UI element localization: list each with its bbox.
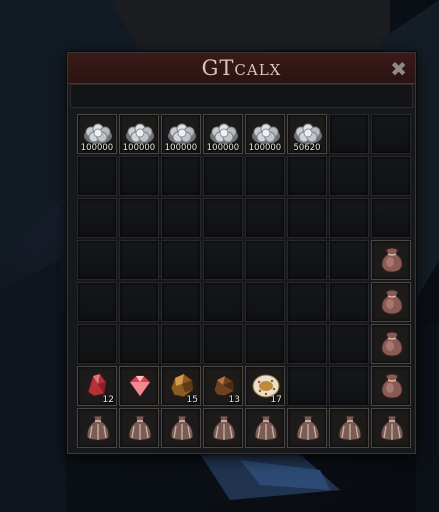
inventory-slot-silver-coins[interactable]: 100000 <box>119 114 159 154</box>
inventory-slot-empty[interactable] <box>119 198 159 238</box>
title-bar[interactable]: GTcalx ✖ <box>68 53 415 84</box>
inventory-slot-drawstring-bag[interactable] <box>287 408 327 448</box>
item-quantity: 12 <box>102 395 114 405</box>
inventory-slot-copper-ore[interactable]: 13 <box>203 366 243 406</box>
inventory-slot-empty[interactable] <box>161 198 201 238</box>
inventory-grid: 100000 100000 100000 100000 100000 50620 12 15 1… <box>77 114 411 448</box>
inventory-slot-empty[interactable] <box>119 156 159 196</box>
inventory-slot-empty[interactable] <box>77 198 117 238</box>
item-quantity: 50620 <box>293 143 321 153</box>
inventory-slot-silver-coins[interactable]: 100000 <box>203 114 243 154</box>
inventory-slot-silver-coins[interactable]: 50620 <box>287 114 327 154</box>
inventory-slot-red-crystal[interactable]: 12 <box>77 366 117 406</box>
inventory-slot-empty[interactable] <box>245 156 285 196</box>
item-quantity: 100000 <box>80 143 114 153</box>
inventory-slot-drawstring-bag[interactable] <box>371 408 411 448</box>
item-quantity: 17 <box>270 395 282 405</box>
inventory-slot-empty[interactable] <box>119 240 159 280</box>
inventory-slot-ruby-gem[interactable] <box>119 366 159 406</box>
window-title: GTcalx <box>201 56 282 80</box>
inventory-slot-empty[interactable] <box>329 240 369 280</box>
inventory-slot-drawstring-bag[interactable] <box>329 408 369 448</box>
inventory-slot-empty[interactable] <box>329 282 369 322</box>
inventory-slot-empty[interactable] <box>161 324 201 364</box>
inventory-slot-amber-ore[interactable]: 15 <box>161 366 201 406</box>
inventory-slot-empty[interactable] <box>203 282 243 322</box>
inventory-slot-empty[interactable] <box>329 114 369 154</box>
inventory-slot-silver-coins[interactable]: 100000 <box>161 114 201 154</box>
inventory-slot-drawstring-bag[interactable] <box>203 408 243 448</box>
inventory-slot-empty[interactable] <box>329 198 369 238</box>
inventory-slot-empty[interactable] <box>245 240 285 280</box>
inventory-slot-empty[interactable] <box>161 282 201 322</box>
inventory-slot-pouch[interactable] <box>371 324 411 364</box>
item-quantity: 100000 <box>206 143 240 153</box>
inventory-slot-empty[interactable] <box>119 324 159 364</box>
inventory-slot-empty[interactable] <box>245 324 285 364</box>
inventory-slot-empty[interactable] <box>371 114 411 154</box>
item-quantity: 100000 <box>248 143 282 153</box>
inventory-slot-empty[interactable] <box>203 156 243 196</box>
inventory-slot-drawstring-bag[interactable] <box>245 408 285 448</box>
inventory-slot-empty[interactable] <box>203 324 243 364</box>
inventory-slot-empty[interactable] <box>371 198 411 238</box>
inventory-slot-empty[interactable] <box>245 198 285 238</box>
inventory-slot-drawstring-bag[interactable] <box>161 408 201 448</box>
inventory-slot-empty[interactable] <box>203 198 243 238</box>
inventory-slot-empty[interactable] <box>287 198 327 238</box>
inventory-slot-empty[interactable] <box>77 282 117 322</box>
inventory-slot-empty[interactable] <box>77 324 117 364</box>
inventory-slot-empty[interactable] <box>371 156 411 196</box>
item-quantity: 100000 <box>122 143 156 153</box>
inventory-slot-drawstring-bag[interactable] <box>119 408 159 448</box>
close-icon[interactable]: ✖ <box>390 57 407 81</box>
inventory-slot-empty[interactable] <box>77 240 117 280</box>
inventory-slot-empty[interactable] <box>203 240 243 280</box>
inventory-slot-silver-coins[interactable]: 100000 <box>245 114 285 154</box>
inventory-window[interactable]: GTcalx ✖ 100000 100000 100000 100000 100000 5… <box>67 52 416 454</box>
inventory-slot-drawstring-bag[interactable] <box>77 408 117 448</box>
inventory-slot-pouch[interactable] <box>371 240 411 280</box>
inventory-slot-empty[interactable] <box>287 366 327 406</box>
inventory-slot-empty[interactable] <box>329 366 369 406</box>
inventory-slot-pouch[interactable] <box>371 282 411 322</box>
inventory-slot-empty[interactable] <box>161 240 201 280</box>
inventory-slot-empty[interactable] <box>287 156 327 196</box>
inventory-slot-pouch[interactable] <box>371 366 411 406</box>
inventory-slot-empty[interactable] <box>329 156 369 196</box>
item-quantity: 13 <box>228 395 240 405</box>
inventory-slot-empty[interactable] <box>161 156 201 196</box>
inventory-slot-empty[interactable] <box>287 282 327 322</box>
inventory-slot-empty[interactable] <box>245 282 285 322</box>
inventory-slot-empty[interactable] <box>287 240 327 280</box>
inventory-slot-silver-coins[interactable]: 100000 <box>77 114 117 154</box>
inventory-slot-empty[interactable] <box>119 282 159 322</box>
item-quantity: 15 <box>186 395 198 405</box>
item-quantity: 100000 <box>164 143 198 153</box>
inventory-slot-speckled-geode[interactable]: 17 <box>245 366 285 406</box>
inventory-slot-empty[interactable] <box>329 324 369 364</box>
inventory-slot-empty[interactable] <box>287 324 327 364</box>
inventory-slot-empty[interactable] <box>77 156 117 196</box>
header-strip <box>70 84 413 108</box>
